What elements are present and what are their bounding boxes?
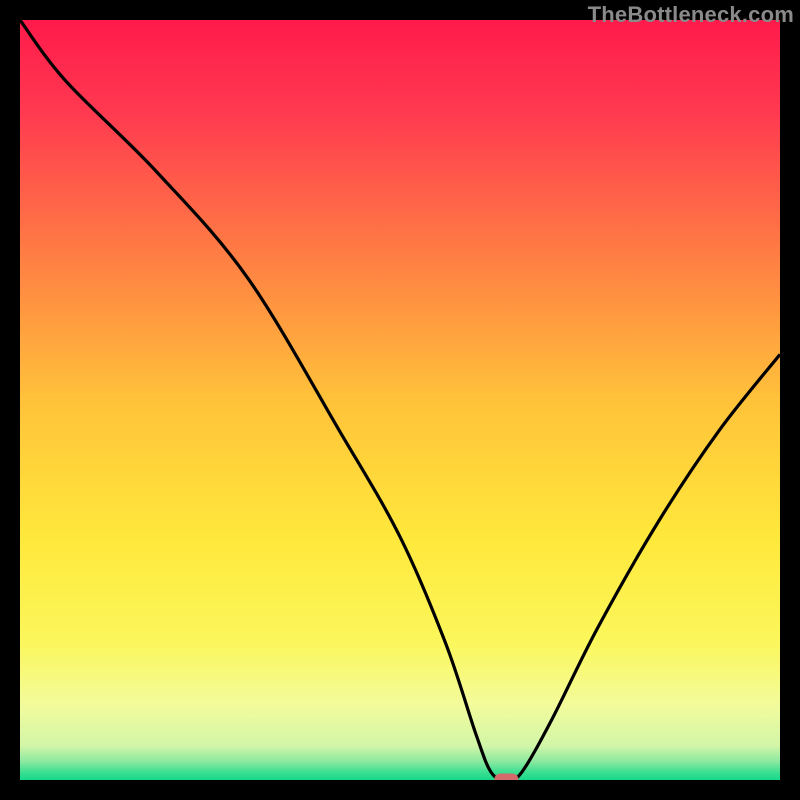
gradient-background <box>20 20 780 780</box>
watermark-text: TheBottleneck.com <box>588 2 794 28</box>
plot-svg <box>20 20 780 780</box>
optimal-point-marker <box>494 774 518 781</box>
chart-canvas: TheBottleneck.com <box>0 0 800 800</box>
plot-area <box>20 20 780 780</box>
